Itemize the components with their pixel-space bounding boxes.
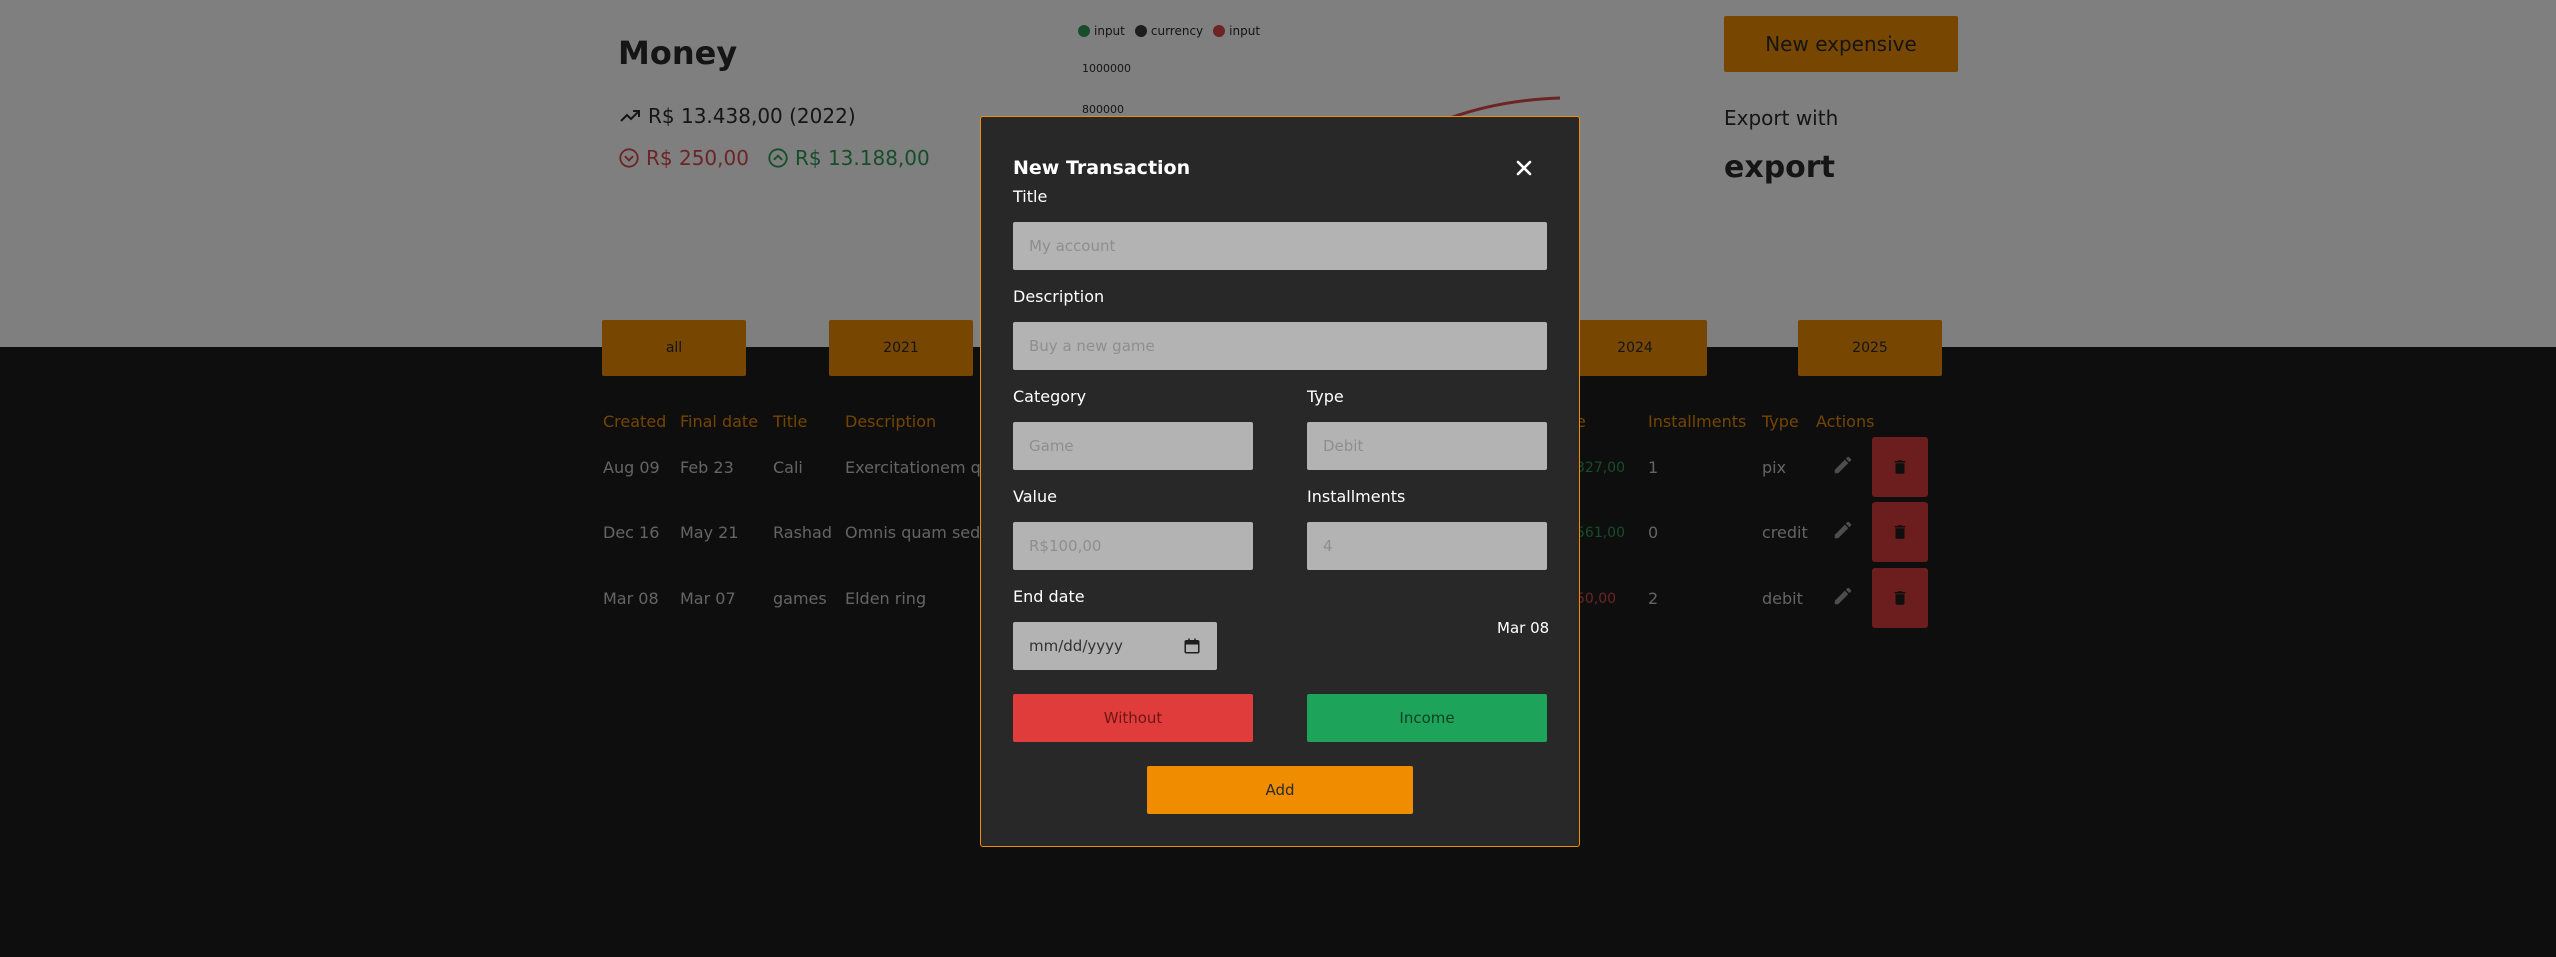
- value-label: Value: [1013, 487, 1057, 506]
- calendar-icon[interactable]: [1183, 637, 1201, 655]
- end-date-input[interactable]: mm/dd/yyyy: [1013, 622, 1217, 670]
- new-transaction-modal: New Transaction Title Description Catego…: [980, 116, 1580, 847]
- end-date-display: Mar 08: [1497, 619, 1550, 637]
- without-button[interactable]: Without: [1013, 694, 1253, 742]
- description-input[interactable]: [1013, 322, 1547, 370]
- end-date-placeholder: mm/dd/yyyy: [1029, 637, 1123, 655]
- title-input[interactable]: [1013, 222, 1547, 270]
- installments-label: Installments: [1307, 487, 1406, 506]
- installments-input[interactable]: [1307, 522, 1547, 570]
- description-label: Description: [1013, 287, 1105, 306]
- category-input[interactable]: [1013, 422, 1253, 470]
- type-input[interactable]: [1307, 422, 1547, 470]
- modal-title: New Transaction: [1013, 157, 1191, 179]
- title-label: Title: [1013, 187, 1048, 206]
- end-date-label: End date: [1013, 587, 1085, 606]
- close-icon: [1516, 160, 1532, 176]
- category-label: Category: [1013, 387, 1087, 406]
- income-button[interactable]: Income: [1307, 694, 1547, 742]
- close-button[interactable]: [1509, 153, 1539, 183]
- value-input[interactable]: [1013, 522, 1253, 570]
- type-label: Type: [1307, 387, 1344, 406]
- add-button[interactable]: Add: [1147, 766, 1413, 814]
